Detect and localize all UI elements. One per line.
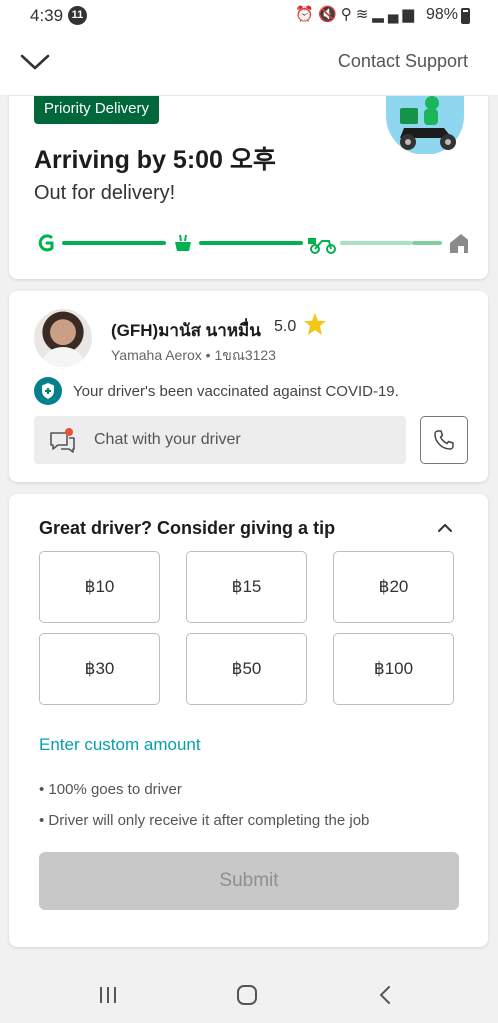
tip-option-20[interactable]: ฿20 <box>333 551 454 623</box>
vaccination-notice: Your driver's been vaccinated against CO… <box>73 383 399 400</box>
call-driver-button[interactable] <box>420 416 468 464</box>
progress-segment-3-end <box>412 241 442 245</box>
home-icon <box>450 234 468 253</box>
vaccinated-shield-icon <box>34 377 62 405</box>
custom-amount-link[interactable]: Enter custom amount <box>39 735 201 755</box>
alarm-icon: ⏰ <box>295 6 319 23</box>
driver-card: (GFH)มานัส นาหมื่น 5.0 Yamaha Aerox • 1ข… <box>9 291 488 482</box>
rider-illustration <box>386 96 464 154</box>
battery-icon <box>461 8 470 24</box>
vehicle-info: Yamaha Aerox • 1ขณ3123 <box>111 347 276 363</box>
recent-apps-icon[interactable] <box>96 983 120 1007</box>
status-icons: ⏰🔇⚲≋▂▄▆ <box>295 5 418 23</box>
progress-segment-2 <box>199 241 303 245</box>
tip-note: • 100% goes to driver <box>39 781 182 798</box>
tip-option-50[interactable]: ฿50 <box>186 633 307 705</box>
driver-rating: 5.0 <box>274 318 297 335</box>
phone-icon <box>434 430 454 450</box>
back-icon[interactable] <box>374 983 398 1007</box>
tip-option-15[interactable]: ฿15 <box>186 551 307 623</box>
progress-segment-1 <box>62 241 166 245</box>
chat-label: Chat with your driver <box>94 431 241 448</box>
tip-heading: Great driver? Consider giving a tip <box>39 518 336 538</box>
delivery-status-text: Out for delivery! <box>34 182 176 204</box>
location-icon: ⚲ <box>340 6 356 23</box>
arrival-time-title: Arriving by 5:00 오후 <box>34 146 276 174</box>
scooter-icon <box>308 238 336 254</box>
top-bar: Contact Support <box>0 34 498 96</box>
status-bar: 4:39 11 ⏰🔇⚲≋▂▄▆ 98% <box>0 0 498 34</box>
status-time: 4:39 <box>30 6 64 25</box>
tip-card: Great driver? Consider giving a tip ฿10 … <box>9 494 488 947</box>
tip-note: • Driver will only receive it after comp… <box>39 812 370 829</box>
food-bowl-icon <box>175 234 191 251</box>
delivery-status-card: Priority Delivery Arriving by 5:00 오후 Ou… <box>9 96 488 279</box>
tip-option-30[interactable]: ฿30 <box>39 633 160 705</box>
priority-delivery-badge: Priority Delivery <box>34 96 160 124</box>
mute-icon: 🔇 <box>318 6 341 23</box>
chevron-up-icon[interactable] <box>433 516 457 540</box>
chat-bubble-icon <box>50 428 75 453</box>
star-icon <box>304 313 326 335</box>
driver-name: (GFH)มานัส นาหมื่น <box>111 321 261 340</box>
battery-percent: 98% <box>425 6 458 23</box>
tip-option-10[interactable]: ฿10 <box>39 551 160 623</box>
grab-logo-icon <box>38 234 54 252</box>
chevron-down-icon[interactable] <box>18 46 52 80</box>
home-button-icon[interactable] <box>235 983 259 1007</box>
chat-with-driver-button[interactable]: Chat with your driver <box>34 416 406 464</box>
notification-count-badge: 11 <box>68 6 87 25</box>
progress-segment-3 <box>340 241 412 245</box>
system-nav-bar <box>0 965 498 1023</box>
signal-icon: ▂▄▆ <box>372 6 418 23</box>
contact-support-link[interactable]: Contact Support <box>338 51 468 72</box>
tip-option-100[interactable]: ฿100 <box>333 633 454 705</box>
wifi-icon: ≋ <box>355 6 373 23</box>
delivery-progress <box>38 234 468 254</box>
driver-avatar <box>34 309 92 367</box>
submit-button[interactable]: Submit <box>39 852 459 910</box>
